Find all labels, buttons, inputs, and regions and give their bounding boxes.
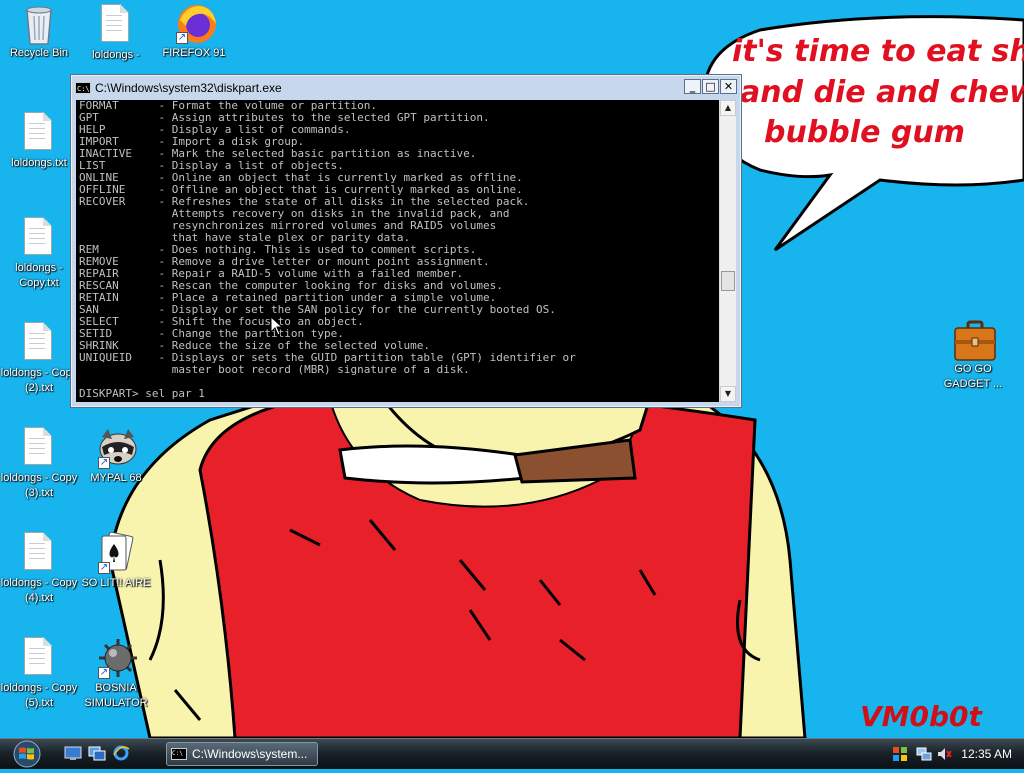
mouse-pointer-icon <box>270 316 284 336</box>
text-file-icon <box>19 322 59 364</box>
scrollbar-thumb[interactable] <box>721 271 735 291</box>
console-text[interactable]: FORMAT - Format the volume or partition.… <box>79 100 715 400</box>
desktop-icon-go-go-gadget[interactable]: GO GO GADGET ... <box>930 318 1016 392</box>
speech-line-2: and die and chew <box>740 75 1024 110</box>
icon-label: MYPAL 68 <box>90 472 142 484</box>
desktop-icon-firefox[interactable]: ↗ FIREFOX 91 <box>151 2 237 61</box>
desktop-icon-loldongs[interactable]: loldongs - <box>73 4 159 63</box>
desktop-icon-bosnia-simulator[interactable]: ↗ BOSNIA SIMULATOR <box>73 637 159 711</box>
shortcut-arrow-icon: ↗ <box>176 32 188 44</box>
icon-label: loldongs - Copy (4).txt <box>0 577 78 604</box>
icon-label: FIREFOX 91 <box>162 47 226 59</box>
vertical-scrollbar[interactable]: ▲ ▼ <box>719 100 736 402</box>
window-title: C:\Windows\system32\diskpart.exe <box>95 81 282 95</box>
windows-update-icon[interactable] <box>892 746 908 762</box>
maximize-button[interactable]: □ <box>702 79 719 94</box>
recycle-bin-icon <box>19 2 59 45</box>
minimize-button[interactable]: _ <box>684 79 701 94</box>
show-desktop-icon[interactable] <box>64 745 82 761</box>
shortcut-arrow-icon: ↗ <box>98 457 110 469</box>
wallpaper-signature: VM0b0t <box>860 700 982 733</box>
raccoon-icon: ↗ <box>96 427 137 469</box>
close-button[interactable]: ✕ <box>720 79 737 94</box>
taskbar-button-label: C:\Windows\system... <box>192 747 308 761</box>
text-file-icon <box>19 217 59 259</box>
speech-line-3: bubble gum <box>764 115 965 150</box>
text-file-icon <box>19 427 59 469</box>
desktop-icon-mypal[interactable]: ↗ MYPAL 68 <box>73 427 159 486</box>
text-file-icon <box>96 4 136 46</box>
scroll-down-arrow-icon[interactable]: ▼ <box>720 386 736 402</box>
mouth <box>338 444 527 485</box>
network-icon[interactable] <box>916 746 932 762</box>
icon-label: loldongs - Copy (3).txt <box>0 472 78 499</box>
icon-label: Recycle Bin <box>9 47 69 59</box>
icon-label: loldongs - <box>92 49 140 61</box>
mine-icon: ↗ <box>96 637 137 679</box>
icon-label: GO GO GADGET ... <box>943 363 1003 390</box>
window-controls: _ □ ✕ <box>683 79 737 94</box>
desktop-icon-recycle-bin[interactable]: Recycle Bin <box>0 2 82 61</box>
system-tray: 12:35 AM <box>884 739 1024 769</box>
console-output-area[interactable]: FORMAT - Format the volume or partition.… <box>76 100 736 402</box>
taskbar-button-diskpart[interactable]: C:\ C:\Windows\system... <box>166 742 318 766</box>
desktop-icon-solitaire[interactable]: ↗ SO LIT!! AIRE <box>73 531 159 591</box>
taskbar: C:\ C:\Windows\system... 12:35 AM <box>0 738 1024 769</box>
text-file-icon <box>19 532 59 574</box>
console-app-icon: C:\ <box>75 82 91 94</box>
switch-windows-icon[interactable] <box>88 745 106 761</box>
start-button[interactable] <box>6 739 48 769</box>
diskpart-console-window[interactable]: C:\ C:\Windows\system32\diskpart.exe _ □… <box>70 74 742 408</box>
window-titlebar[interactable]: C:\ C:\Windows\system32\diskpart.exe _ □… <box>75 77 737 99</box>
icon-label: SO LIT!! AIRE <box>81 577 151 589</box>
desktop-icon-loldongs-copy-5[interactable]: loldongs - Copy (5).txt <box>0 637 82 711</box>
clock[interactable]: 12:35 AM <box>961 747 1012 761</box>
desktop-icon-loldongs-copy-3[interactable]: loldongs - Copy (3).txt <box>0 427 82 501</box>
desktop-icon-loldongs-copy-4[interactable]: loldongs - Copy (4).txt <box>0 532 82 606</box>
firefox-icon: ↗ <box>174 2 216 44</box>
shortcut-arrow-icon: ↗ <box>98 667 110 679</box>
volume-muted-icon[interactable] <box>936 746 952 762</box>
text-file-icon <box>19 112 59 154</box>
text-file-icon <box>19 637 59 679</box>
icon-label: BOSNIA SIMULATOR <box>84 682 148 709</box>
console-app-icon: C:\ <box>171 748 187 760</box>
windows-logo-icon <box>13 740 41 768</box>
briefcase-icon <box>953 318 996 361</box>
scroll-up-arrow-icon[interactable]: ▲ <box>720 100 736 116</box>
speech-line-1: it's time to eat shit <box>732 34 1024 69</box>
internet-explorer-icon[interactable] <box>112 745 130 761</box>
shortcut-arrow-icon: ↗ <box>98 562 110 574</box>
solitaire-icon: ↗ <box>96 531 136 574</box>
icon-label: loldongs - Copy (5).txt <box>0 682 78 709</box>
